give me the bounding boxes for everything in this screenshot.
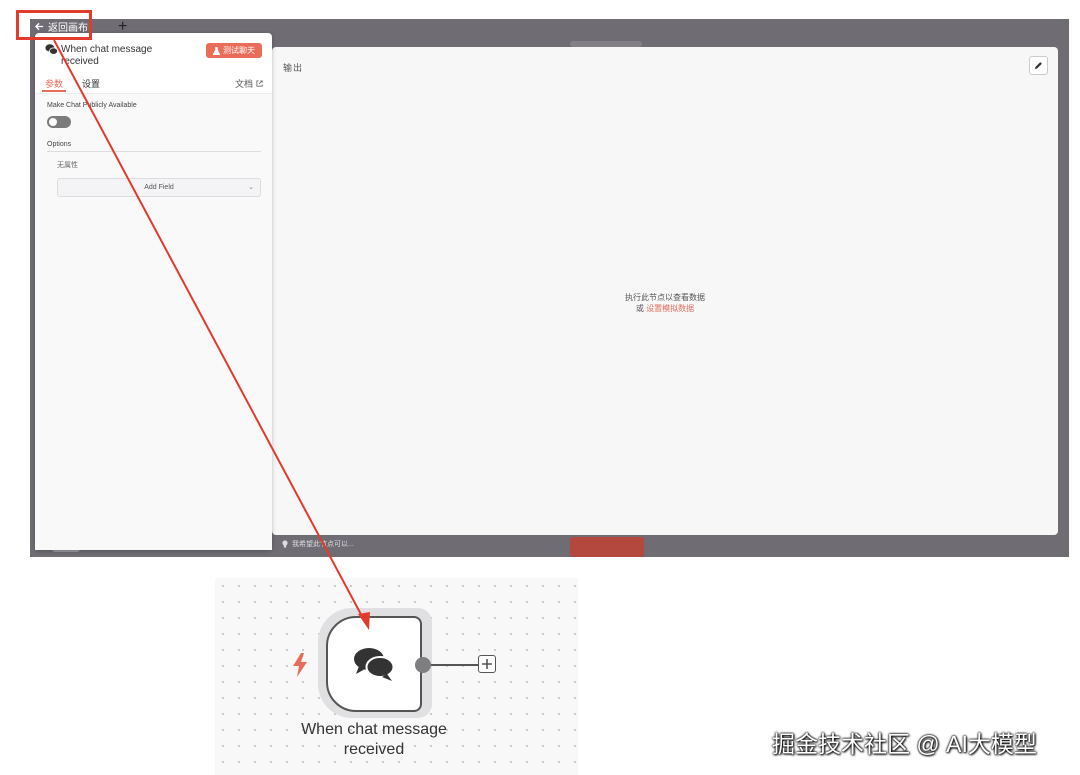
docs-link[interactable]: 文档 — [235, 77, 263, 90]
no-properties-label: 无属性 — [57, 162, 78, 169]
output-panel: 输出 执行此节点以查看数据 或 设置模拟数据 — [272, 47, 1058, 535]
node-label: When chat message received — [301, 721, 447, 758]
node-connector-line — [431, 664, 478, 666]
annotation-highlight-box — [16, 10, 92, 40]
chat-bubbles-icon — [45, 44, 58, 55]
tab-settings[interactable]: 设置 — [82, 77, 100, 90]
node-suggestion-bar[interactable]: 我希望此节点可以... — [282, 539, 354, 549]
external-link-icon — [256, 80, 263, 87]
trigger-bolt-icon — [293, 653, 307, 677]
chat-trigger-node[interactable] — [326, 616, 422, 712]
output-title: 输出 — [283, 63, 304, 73]
chevron-down-icon: ⌄ — [248, 184, 254, 191]
or-label: 或 — [635, 304, 644, 313]
tab-parameters[interactable]: 参数 — [45, 77, 63, 90]
panel-tabs: 参数 设置 文档 — [35, 76, 272, 94]
active-tab-indicator — [42, 90, 66, 92]
flask-icon — [213, 46, 220, 55]
public-chat-toggle[interactable] — [47, 116, 71, 128]
canvas-ghost-chat-button — [570, 537, 644, 557]
pencil-icon — [1034, 62, 1042, 70]
chat-bubbles-icon — [354, 648, 395, 681]
run-node-hint: 执行此节点以查看数据 — [625, 293, 705, 302]
docs-label: 文档 — [234, 79, 253, 89]
add-field-label: Add Field — [144, 184, 174, 191]
public-chat-label: Make Chat Publicly Available — [47, 102, 137, 109]
output-empty-message: 执行此节点以查看数据 或 设置模拟数据 — [272, 292, 1058, 314]
test-chat-label: 测试聊天 — [223, 46, 255, 55]
set-mock-data-link[interactable]: 设置模拟数据 — [646, 304, 694, 313]
node-suggestion-text: 我希望此节点可以... — [292, 541, 354, 548]
watermark: 掘金技术社区 @ AI大模型 — [772, 731, 1037, 757]
options-label: Options — [47, 141, 72, 148]
test-chat-button[interactable]: 测试聊天 — [206, 43, 262, 58]
panel-body: Make Chat Publicly Available Options 无属性… — [35, 94, 272, 550]
add-field-dropdown[interactable]: Add Field ⌄ — [57, 178, 261, 197]
add-next-node-button[interactable] — [478, 655, 496, 673]
node-title: When chat message received — [61, 44, 153, 67]
lightbulb-icon — [282, 540, 288, 548]
options-divider — [47, 151, 261, 152]
plus-icon — [482, 659, 492, 669]
node-parameters-panel: When chat message received 测试聊天 参数 设置 文档… — [35, 33, 272, 550]
node-output-handle[interactable] — [415, 657, 431, 673]
edit-output-button[interactable] — [1029, 56, 1048, 75]
